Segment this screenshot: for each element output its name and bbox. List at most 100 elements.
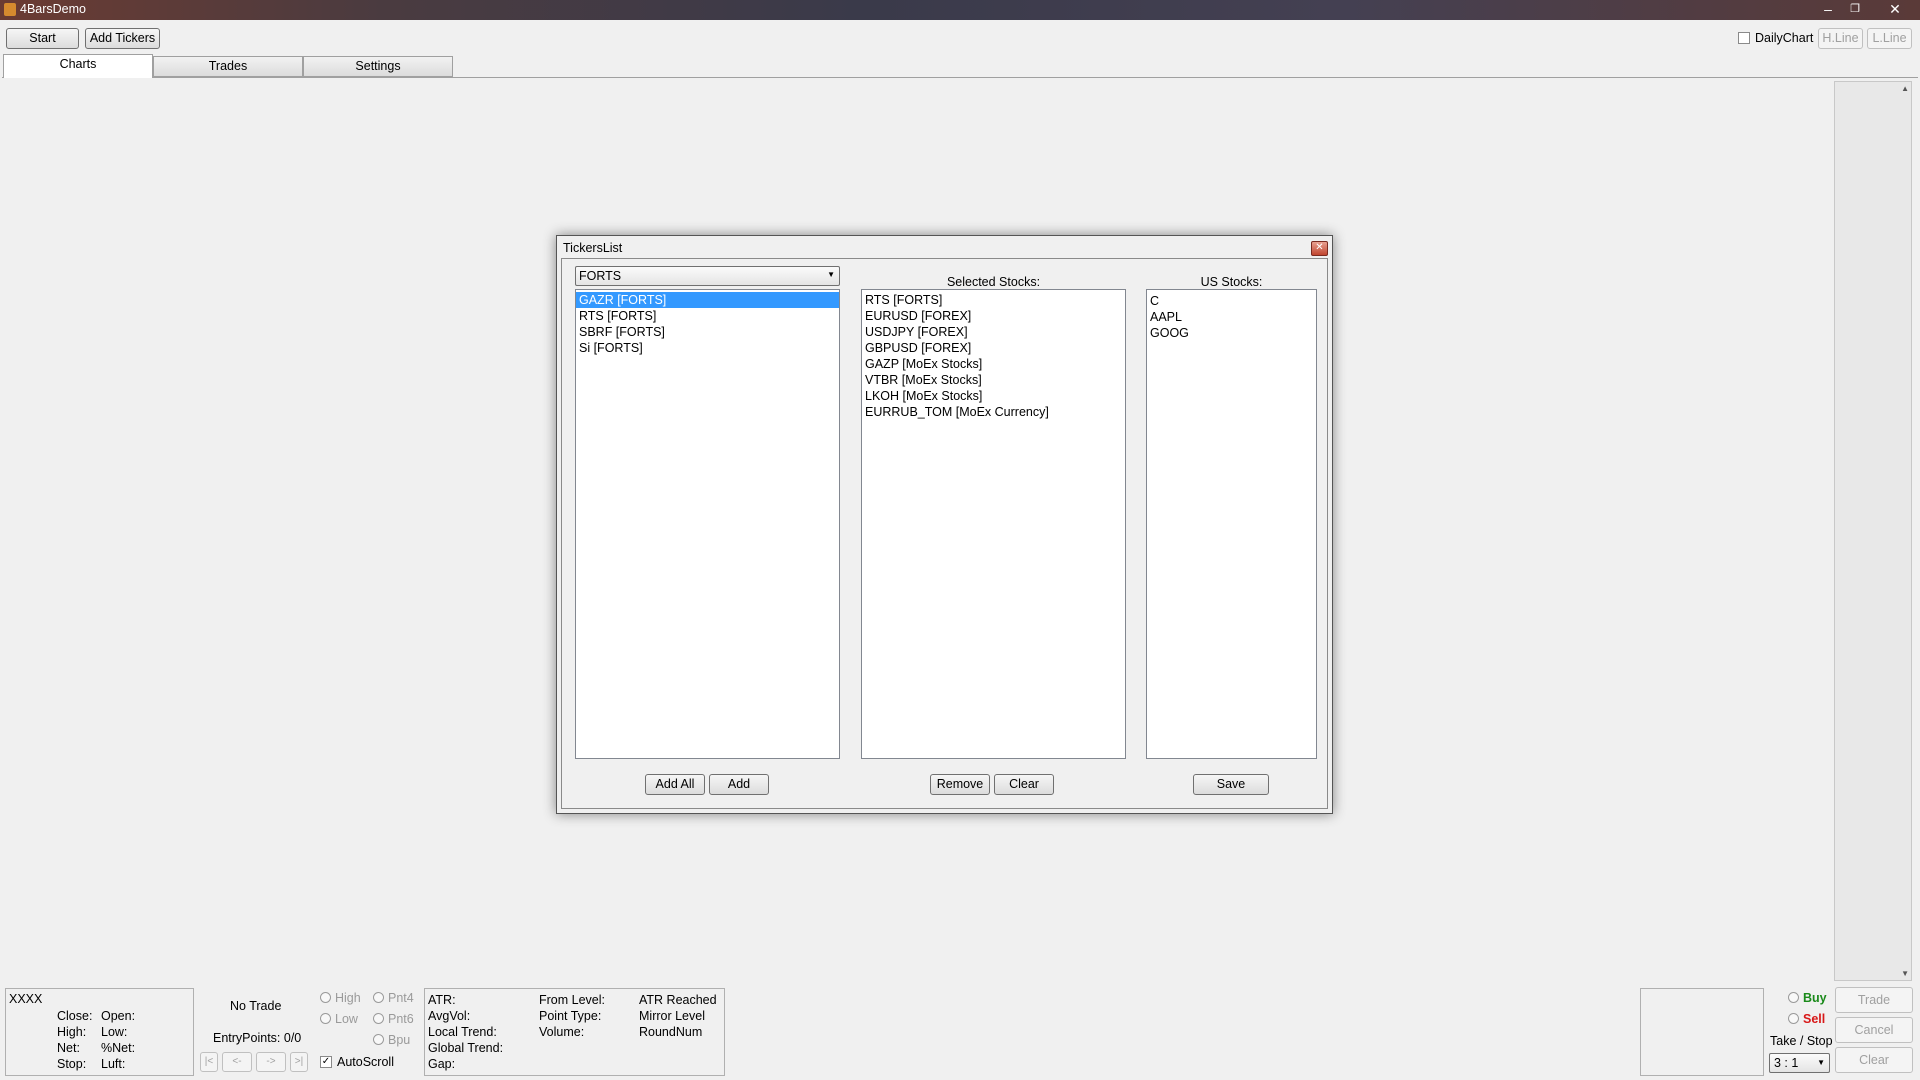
sell-label: Sell: [1803, 1012, 1826, 1026]
low-radio[interactable]: [320, 1013, 331, 1024]
add-tickers-button[interactable]: Add Tickers: [85, 28, 160, 49]
stat-value: Mirror Level: [639, 1009, 705, 1023]
selected-stock-item[interactable]: EURRUB_TOM [MoEx Currency]: [862, 404, 1125, 420]
low-label: Low:: [101, 1025, 128, 1039]
selected-stock-item[interactable]: GBPUSD [FOREX]: [862, 340, 1125, 356]
stat-label: Global Trend:: [428, 1041, 504, 1055]
open-label: Open:: [101, 1009, 136, 1023]
tickers-list-dialog: TickersList ✕ FORTS ▼ GAZR [FORTS] RTS [F…: [556, 235, 1333, 814]
us-stock-item[interactable]: GOOG: [1147, 325, 1316, 341]
high-radio[interactable]: [320, 992, 331, 1003]
vertical-scrollbar[interactable]: ▲ ▼: [1834, 81, 1912, 981]
order-panel: [1640, 988, 1764, 1076]
autoscroll-checkbox[interactable]: ✓: [320, 1056, 332, 1068]
add-button[interactable]: Add: [709, 774, 769, 795]
stat-value: ATR Reached: [639, 993, 717, 1007]
clear-selected-button[interactable]: Clear: [994, 774, 1054, 795]
us-stock-item[interactable]: C: [1147, 293, 1316, 309]
window-title: 4BarsDemo: [20, 2, 86, 16]
selected-stock-item[interactable]: VTBR [MoEx Stocks]: [862, 372, 1125, 388]
selected-stock-item[interactable]: GAZP [MoEx Stocks]: [862, 356, 1125, 372]
available-ticker-item[interactable]: RTS [FORTS]: [576, 308, 839, 324]
restore-icon[interactable]: ❐: [1843, 1, 1867, 18]
take-stop-select[interactable]: 3 : 1 ▼: [1769, 1053, 1830, 1073]
bpu-radio[interactable]: [373, 1034, 384, 1045]
nav-prev-button[interactable]: <-: [222, 1052, 252, 1072]
add-all-button[interactable]: Add All: [645, 774, 705, 795]
stat-label: ATR:: [428, 993, 456, 1007]
us-stocks-list[interactable]: C AAPL GOOG: [1146, 289, 1317, 759]
window-titlebar: 4BarsDemo – ❐ ✕: [0, 0, 1920, 20]
clear-button[interactable]: Clear: [1835, 1047, 1913, 1073]
us-stock-item[interactable]: AAPL: [1147, 309, 1316, 325]
stat-value: RoundNum: [639, 1025, 703, 1039]
bpu-radio-label: Bpu: [388, 1033, 411, 1047]
minimize-icon[interactable]: –: [1816, 1, 1840, 18]
pnt6-radio-label: Pnt6: [388, 1012, 414, 1026]
pnt4-radio-label: Pnt4: [388, 991, 414, 1005]
nav-first-button[interactable]: |<: [200, 1052, 218, 1072]
lline-button[interactable]: L.Line: [1867, 28, 1912, 49]
pnet-label: %Net:: [101, 1041, 136, 1055]
trade-button[interactable]: Trade: [1835, 987, 1913, 1013]
selected-stocks-header: Selected Stocks:: [946, 275, 1041, 289]
start-button[interactable]: Start: [6, 28, 79, 49]
close-icon[interactable]: ✕: [1883, 1, 1907, 18]
stat-label: Local Trend:: [428, 1025, 497, 1039]
daily-chart-checkbox[interactable]: [1738, 32, 1750, 44]
tab-trades[interactable]: Trades: [153, 56, 303, 77]
entry-points: EntryPoints: 0/0: [213, 1031, 302, 1045]
exchange-select[interactable]: FORTS ▼: [575, 266, 840, 286]
selected-stock-item[interactable]: EURUSD [FOREX]: [862, 308, 1125, 324]
trade-status: No Trade: [230, 999, 282, 1013]
low-radio-label: Low: [335, 1012, 358, 1026]
pnt6-radio[interactable]: [373, 1013, 384, 1024]
price-info-panel: XXXX Close: Open: High: Low: Net: %Net: …: [5, 988, 194, 1076]
app-icon: [4, 3, 16, 16]
high-label: High:: [57, 1025, 87, 1039]
dialog-title: TickersList: [563, 241, 623, 255]
daily-chart-label: DailyChart: [1755, 31, 1814, 45]
exchange-select-value: FORTS: [579, 269, 622, 283]
take-stop-label: Take / Stop: [1770, 1034, 1833, 1048]
stop-label: Stop:: [57, 1057, 87, 1071]
hline-button[interactable]: H.Line: [1818, 28, 1863, 49]
buy-radio[interactable]: [1788, 992, 1799, 1003]
selected-stock-item[interactable]: RTS [FORTS]: [862, 292, 1125, 308]
nav-next-button[interactable]: ->: [256, 1052, 286, 1072]
available-tickers-list[interactable]: GAZR [FORTS] RTS [FORTS] SBRF [FORTS] Si [F…: [575, 289, 840, 759]
save-button[interactable]: Save: [1193, 774, 1269, 795]
dialog-close-icon[interactable]: ✕: [1311, 241, 1328, 256]
autoscroll-label: AutoScroll: [337, 1055, 394, 1069]
selected-stocks-list[interactable]: RTS [FORTS] EURUSD [FOREX] USDJPY [FOREX] G…: [861, 289, 1126, 759]
scroll-up-icon[interactable]: ▲: [1901, 84, 1909, 93]
stat-label: Point Type:: [539, 1009, 602, 1023]
chevron-down-icon: ▼: [827, 270, 835, 279]
available-ticker-item[interactable]: SBRF [FORTS]: [576, 324, 839, 340]
scroll-down-icon[interactable]: ▼: [1901, 969, 1909, 978]
nav-last-button[interactable]: >|: [290, 1052, 308, 1072]
selected-stock-item[interactable]: USDJPY [FOREX]: [862, 324, 1125, 340]
stat-label: AvgVol:: [428, 1009, 471, 1023]
selected-stock-item[interactable]: LKOH [MoEx Stocks]: [862, 388, 1125, 404]
cancel-button[interactable]: Cancel: [1835, 1017, 1913, 1043]
take-stop-value: 3 : 1: [1774, 1056, 1799, 1070]
luft-label: Luft:: [101, 1057, 126, 1071]
available-ticker-item[interactable]: Si [FORTS]: [576, 340, 839, 356]
pnt4-radio[interactable]: [373, 992, 384, 1003]
available-ticker-item[interactable]: GAZR [FORTS]: [576, 292, 839, 308]
us-stocks-header: US Stocks:: [1200, 275, 1263, 289]
high-radio-label: High: [335, 991, 361, 1005]
chevron-down-icon: ▼: [1817, 1058, 1825, 1067]
stats-panel: ATR: AvgVol: Local Trend: Global Trend: Gap:…: [424, 988, 725, 1076]
stat-label: Gap:: [428, 1057, 456, 1071]
close-label: Close:: [57, 1009, 93, 1023]
buy-label: Buy: [1803, 991, 1827, 1005]
tab-charts[interactable]: Charts: [3, 54, 153, 78]
net-label: Net:: [57, 1041, 80, 1055]
sell-radio[interactable]: [1788, 1013, 1799, 1024]
remove-button[interactable]: Remove: [930, 774, 990, 795]
stat-label: Volume:: [539, 1025, 585, 1039]
ticker-name: XXXX: [9, 992, 43, 1006]
tab-settings[interactable]: Settings: [303, 56, 453, 77]
